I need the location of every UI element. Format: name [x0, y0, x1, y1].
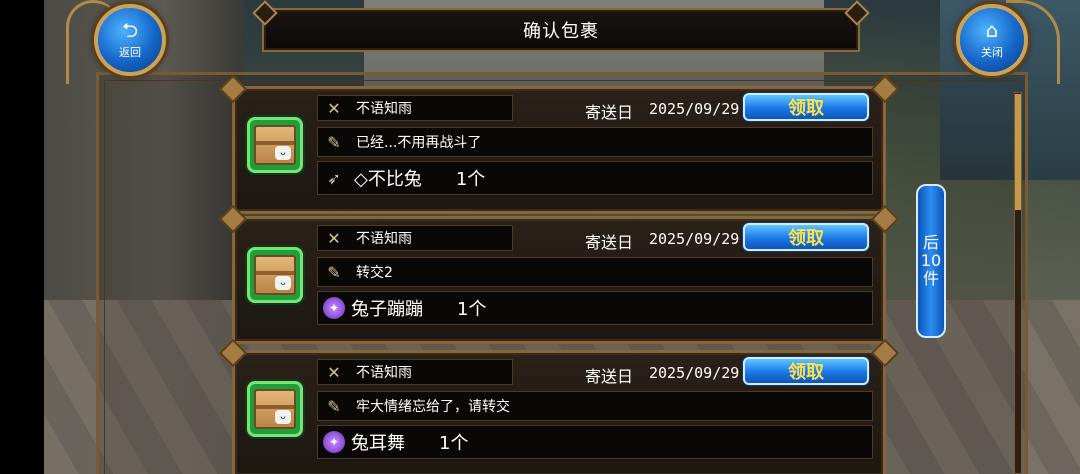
next-button-line2: 10	[920, 251, 942, 270]
magic-orb-icon: ✦	[323, 297, 345, 319]
sender-quill-icon: ✕	[327, 362, 341, 382]
scroll-icon: ✎	[327, 396, 341, 416]
scroll-icon: ✎	[327, 262, 341, 282]
claim-button[interactable]: 领取	[743, 357, 869, 385]
feather-icon: ➶	[327, 168, 341, 188]
sender-field: ✕ 不语知雨	[317, 95, 513, 121]
claim-button[interactable]: 领取	[743, 93, 869, 121]
scrollbar-thumb[interactable]	[1015, 94, 1021, 210]
message-field: ✎ 已经...不用再战斗了	[317, 127, 873, 157]
sender-quill-icon: ✕	[327, 98, 341, 118]
mail-card: ᴗ ✕ 不语知雨 寄送日 2025/09/29 领取 ✎ 转交2 ✦ 兔子蹦蹦 …	[232, 216, 886, 344]
back-button[interactable]: ⮌ 返回	[94, 4, 166, 76]
close-button-label: 关闭	[981, 46, 1003, 59]
sender-field: ✕ 不语知雨	[317, 359, 513, 385]
page-title: 确认包裹	[523, 21, 599, 42]
message-text: 已经...不用再战斗了	[356, 135, 482, 151]
item-field: ➶ ◇不比兔 1个	[317, 161, 873, 195]
close-button[interactable]: ⌂ 关闭	[956, 4, 1028, 76]
sender-name: 不语知雨	[356, 101, 412, 117]
sent-date-label: 寄送日	[585, 233, 634, 252]
message-field: ✎ 转交2	[317, 257, 873, 287]
item-quantity: 1个	[439, 433, 469, 454]
item-quantity: 1个	[457, 299, 487, 320]
package-icon[interactable]: ᴗ	[247, 247, 303, 303]
home-icon: ⌂	[985, 18, 999, 42]
next-10-button[interactable]: 后 10 件	[916, 184, 946, 338]
sender-quill-icon: ✕	[327, 228, 341, 248]
item-quantity: 1个	[455, 169, 486, 190]
left-letterbox	[0, 0, 44, 474]
message-text: 转交2	[356, 265, 393, 281]
magic-orb-icon: ✦	[323, 431, 345, 453]
mail-card: ᴗ ✕ 不语知雨 寄送日 2025/09/29 领取 ✎ 已经...不用再战斗了…	[232, 86, 886, 214]
item-name: ◇不比兔	[354, 169, 422, 190]
next-button-line3: 件	[922, 269, 939, 288]
item-name: 兔耳舞	[351, 433, 405, 454]
sent-date: 2025/09/29	[649, 100, 740, 118]
message-text: 牢大情绪忘给了，请转交	[356, 399, 510, 415]
sender-name: 不语知雨	[356, 231, 412, 247]
back-arrow-icon: ⮌	[121, 18, 139, 42]
claim-button[interactable]: 领取	[743, 223, 869, 251]
scroll-icon: ✎	[327, 132, 341, 152]
sent-date-label: 寄送日	[585, 103, 634, 122]
sent-date: 2025/09/29	[649, 230, 740, 248]
sent-date-label: 寄送日	[585, 367, 634, 386]
message-field: ✎ 牢大情绪忘给了，请转交	[317, 391, 873, 421]
item-field: ✦ 兔耳舞 1个	[317, 425, 873, 459]
package-icon[interactable]: ᴗ	[247, 117, 303, 173]
item-field: ✦ 兔子蹦蹦 1个	[317, 291, 873, 325]
item-name: 兔子蹦蹦	[351, 299, 423, 320]
next-button-line1: 后	[922, 233, 939, 252]
sent-date: 2025/09/29	[649, 364, 740, 382]
title-bar: 确认包裹	[262, 8, 860, 52]
package-icon[interactable]: ᴗ	[247, 381, 303, 437]
mail-card: ᴗ ✕ 不语知雨 寄送日 2025/09/29 领取 ✎ 牢大情绪忘给了，请转交…	[232, 350, 886, 474]
sender-field: ✕ 不语知雨	[317, 225, 513, 251]
sender-name: 不语知雨	[356, 365, 412, 381]
back-button-label: 返回	[119, 46, 141, 59]
